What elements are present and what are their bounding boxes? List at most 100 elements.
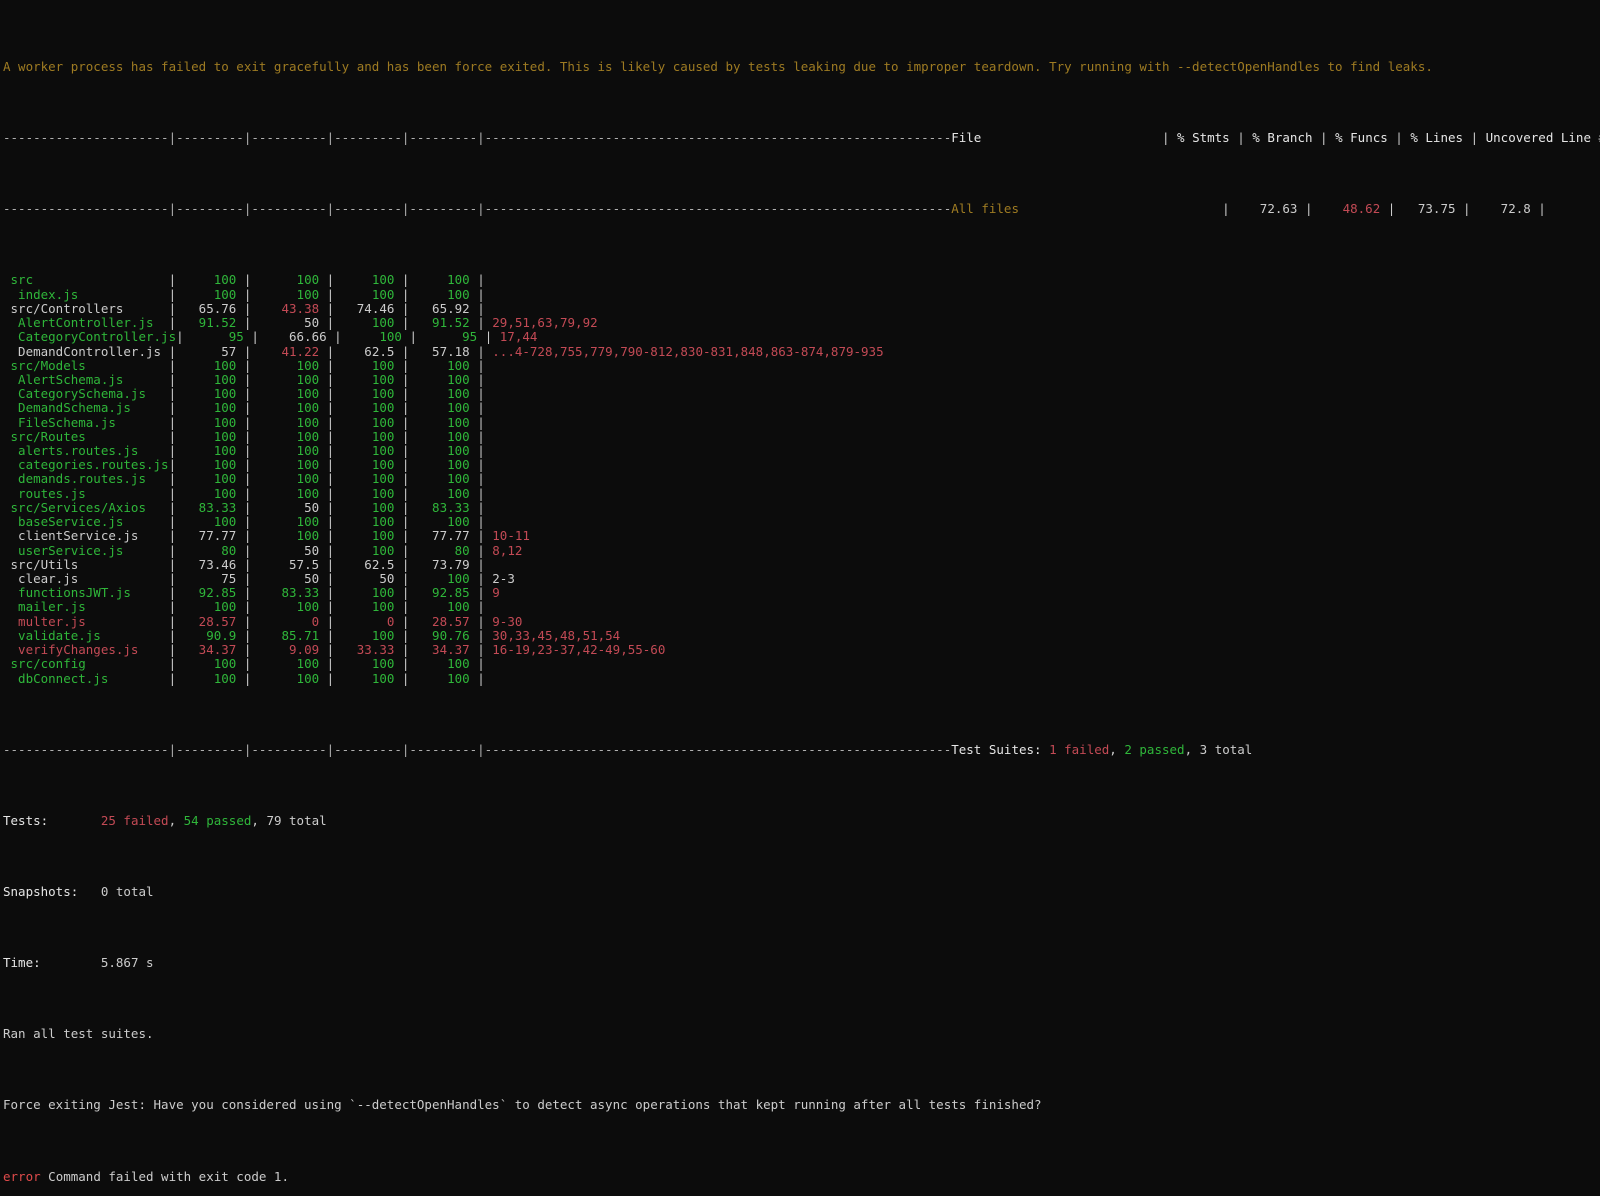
row-pipe-2: |	[236, 357, 252, 373]
row-pipe-5: |	[469, 286, 493, 302]
row-lines: 65.92	[409, 300, 470, 316]
row-branch: 50	[251, 315, 320, 331]
row-file-name: verifyChanges.js	[3, 642, 169, 658]
row-funcs: 62.5	[334, 556, 395, 572]
row-pipe-2: |	[236, 656, 252, 672]
row-pipe-1: |	[168, 400, 177, 416]
row-lines: 80	[409, 542, 470, 558]
column-header-lines: % Lines	[1410, 130, 1464, 146]
row-pipe-1: |	[168, 556, 177, 572]
row-pipe-5: |	[469, 414, 493, 430]
table-row: userService.js | 80 | 50 | 100 | 80 | 8,…	[3, 542, 1600, 558]
worker-warning-text: A worker process has failed to exit grac…	[3, 58, 1433, 74]
row-lines: 34.37	[409, 642, 470, 658]
row-pipe-3: |	[319, 599, 335, 615]
table-row: index.js | 100 | 100 | 100 | 100 |	[3, 286, 1600, 302]
table-row: CategorySchema.js | 100 | 100 | 100 | 10…	[3, 387, 1600, 401]
row-pipe-2: |	[236, 542, 252, 558]
row-file-name: clientService.js	[3, 528, 169, 544]
row-funcs: 100	[334, 471, 395, 487]
tests-summary-line: Tests: 25 failed, 54 passed, 79 total	[3, 812, 1600, 828]
row-pipe-1: |	[168, 357, 177, 373]
row-pipe-2: |	[236, 499, 252, 515]
row-pipe-1: |	[168, 471, 177, 487]
row-pipe-1: |	[168, 670, 177, 686]
row-stmts: 73.46	[176, 556, 237, 572]
row-branch: 0	[251, 613, 320, 629]
row-pipe-5: |	[469, 300, 493, 316]
table-row: dbConnect.js | 100 | 100 | 100 | 100 |	[3, 670, 1600, 686]
row-stmts: 100	[176, 443, 237, 459]
row-lines: 100	[409, 286, 470, 302]
row-file-name: src/Utils	[3, 556, 169, 572]
test-suites-passed: 2 passed	[1124, 741, 1185, 757]
row-stmts: 100	[176, 386, 237, 402]
row-pipe-4: |	[394, 286, 410, 302]
row-branch: 100	[251, 670, 320, 686]
row-uncovered-lines: ...4-728,755,779,790-812,830-831,848,863…	[492, 343, 884, 359]
error-line: error Command failed with exit code 1.	[3, 1169, 1600, 1184]
row-pipe-4: |	[394, 627, 410, 643]
row-file-name: AlertController.js	[3, 315, 169, 331]
snapshots-value: 0 total	[100, 884, 154, 899]
row-funcs: 100	[334, 371, 395, 387]
row-pipe-3: |	[319, 499, 335, 515]
rule-footer-left: ----------------------|---------|-------…	[3, 741, 485, 757]
row-stmts: 100	[176, 656, 237, 672]
row-pipe-3: |	[319, 357, 335, 373]
table-row: mailer.js | 100 | 100 | 100 | 100 |	[3, 600, 1600, 614]
row-pipe-1: |	[168, 571, 177, 586]
row-pipe-4: |	[394, 457, 410, 473]
column-header-file: File	[951, 130, 982, 146]
row-pipe-1: |	[168, 428, 177, 444]
row-pipe-2: |	[236, 556, 252, 572]
row-file-name: categories.routes.js	[3, 457, 169, 473]
row-funcs: 100	[334, 599, 395, 615]
row-pipe-4: |	[394, 656, 410, 672]
row-lines: 83.33	[409, 499, 470, 515]
row-file-name: validate.js	[3, 627, 169, 643]
row-branch: 9.09	[251, 642, 320, 658]
row-pipe-1: |	[168, 656, 177, 672]
row-pipe-5: |	[469, 642, 493, 658]
row-file-name: userService.js	[3, 542, 169, 558]
row-file-name: CategoryController.js	[3, 329, 177, 345]
row-lines: 100	[409, 414, 470, 430]
row-pipe-4: |	[394, 300, 410, 316]
row-stmts: 100	[176, 599, 237, 615]
time-value: 5.867 s	[100, 955, 154, 971]
table-row: src | 100 | 100 | 100 | 100 |	[3, 273, 1600, 287]
test-suites-failed: 1 failed	[1049, 741, 1110, 757]
row-pipe-2: |	[236, 272, 252, 288]
row-pipe-4: |	[394, 499, 410, 515]
row-funcs: 100	[334, 514, 395, 530]
row-pipe-4: |	[394, 386, 410, 402]
test-suites-sep2: ,	[1184, 741, 1200, 757]
tests-failed: 25 failed	[100, 812, 169, 828]
row-branch: 50	[251, 499, 320, 515]
row-pipe-1: |	[168, 599, 177, 615]
row-lines: 100	[409, 357, 470, 373]
row-pipe-4: |	[394, 371, 410, 387]
time-label: Time:	[3, 955, 41, 971]
row-pipe-4: |	[394, 542, 410, 558]
row-pipe-2: |	[236, 386, 252, 402]
row-lines: 90.76	[409, 627, 470, 643]
row-pipe-4: |	[394, 642, 410, 658]
row-funcs: 100	[334, 656, 395, 672]
row-pipe-1: |	[168, 286, 177, 302]
row-stmts: 100	[176, 357, 237, 373]
row-pipe-1: |	[168, 343, 177, 359]
row-pipe-2: |	[236, 343, 252, 359]
row-file-name: src/Services/Axios	[3, 499, 169, 515]
all-files-sep2: |	[1380, 201, 1418, 217]
row-funcs: 100	[334, 627, 395, 643]
row-file-name: routes.js	[3, 485, 169, 501]
tests-sep2: ,	[251, 812, 267, 828]
row-lines: 100	[409, 571, 470, 586]
row-pipe-4: |	[394, 571, 410, 586]
row-uncovered-lines: 10-11	[492, 528, 530, 544]
row-pipe-4: |	[401, 329, 417, 345]
row-file-name: demands.routes.js	[3, 471, 169, 487]
row-funcs: 100	[334, 528, 395, 544]
